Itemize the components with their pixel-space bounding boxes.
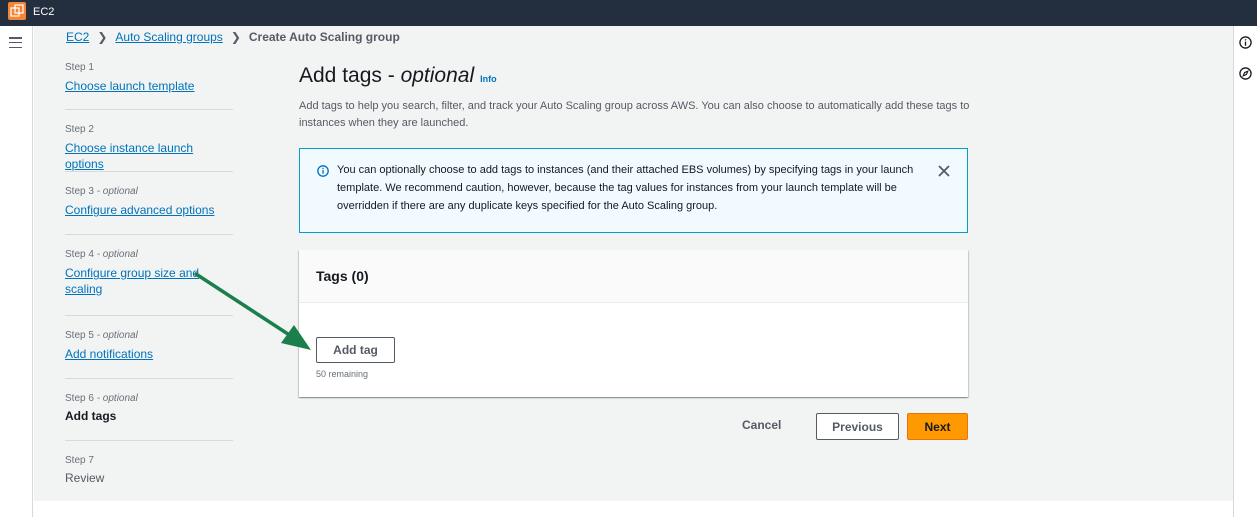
- chevron-right-icon: ❯: [230, 30, 241, 44]
- bottom-edge: [34, 501, 1233, 517]
- step-number: Step 6 - optional: [65, 393, 138, 404]
- page-title: Add tags - optional Info: [299, 64, 497, 87]
- step-review: Review: [65, 471, 105, 485]
- compass-icon[interactable]: [1239, 67, 1252, 80]
- wizard-step-7: Step 7 Review: [65, 455, 233, 485]
- step-number: Step 7: [65, 455, 94, 466]
- service-name[interactable]: EC2: [33, 6, 54, 18]
- wizard-step-2: Step 2 Choose instance launch options: [65, 124, 233, 172]
- info-link[interactable]: Info: [480, 74, 497, 84]
- breadcrumb-current: Create Auto Scaling group: [248, 30, 400, 44]
- page-description: Add tags to help you search, filter, and…: [299, 100, 970, 129]
- alert-message: You can optionally choose to add tags to…: [337, 164, 914, 212]
- left-side-rail: [0, 26, 33, 517]
- breadcrumb-ec2[interactable]: EC2: [66, 30, 89, 44]
- tags-panel: Tags (0) Add tag 50 remaining: [299, 250, 968, 397]
- step-number: Step 3 - optional: [65, 186, 138, 197]
- add-tag-button[interactable]: Add tag: [316, 337, 395, 363]
- top-navigation-bar: EC2: [0, 0, 1257, 26]
- wizard-step-5: Step 5 - optional Add notifications: [65, 330, 233, 362]
- cancel-button[interactable]: Cancel: [742, 418, 781, 432]
- wizard-step-6: Step 6 - optional Add tags: [65, 393, 233, 423]
- step-divider: [65, 171, 233, 172]
- main-content: EC2 ❯ Auto Scaling groups ❯ Create Auto …: [34, 26, 1233, 501]
- step-number: Step 5 - optional: [65, 330, 138, 341]
- wizard-step-1: Step 1 Choose launch template: [65, 62, 233, 94]
- chevron-right-icon: ❯: [97, 30, 108, 44]
- step-number: Step 4 - optional: [65, 249, 138, 260]
- step-link-configure-group-size[interactable]: Configure group size and scaling: [65, 265, 205, 297]
- step-number: Step 1: [65, 62, 94, 73]
- breadcrumb: EC2 ❯ Auto Scaling groups ❯ Create Auto …: [66, 30, 400, 44]
- info-icon[interactable]: [1239, 36, 1252, 49]
- breadcrumb-auto-scaling-groups[interactable]: Auto Scaling groups: [115, 30, 222, 44]
- step-number: Step 2: [65, 124, 94, 135]
- wizard-step-3: Step 3 - optional Configure advanced opt…: [65, 186, 233, 218]
- step-divider: [65, 234, 233, 235]
- step-link-choose-instance-launch-options[interactable]: Choose instance launch options: [65, 140, 233, 172]
- tags-remaining-count: 50 remaining: [316, 369, 369, 379]
- tags-panel-header: Tags (0): [299, 250, 968, 303]
- previous-button[interactable]: Previous: [816, 413, 899, 440]
- step-current-add-tags: Add tags: [65, 409, 117, 423]
- step-link-choose-launch-template[interactable]: Choose launch template: [65, 78, 233, 94]
- wizard-step-4: Step 4 - optional Configure group size a…: [65, 249, 233, 297]
- step-divider: [65, 378, 233, 379]
- close-icon[interactable]: [937, 164, 951, 178]
- step-divider: [65, 109, 233, 110]
- step-divider: [65, 440, 233, 441]
- right-side-rail: [1233, 26, 1257, 517]
- step-link-configure-advanced-options[interactable]: Configure advanced options: [65, 202, 233, 218]
- step-link-add-notifications[interactable]: Add notifications: [65, 346, 233, 362]
- info-alert: You can optionally choose to add tags to…: [299, 148, 968, 233]
- hamburger-menu-icon[interactable]: [9, 37, 22, 51]
- tags-panel-title: Tags (0): [316, 268, 369, 284]
- ec2-icon[interactable]: [8, 2, 26, 20]
- step-divider: [65, 315, 233, 316]
- next-button[interactable]: Next: [907, 413, 968, 440]
- info-circle-icon: [317, 165, 329, 177]
